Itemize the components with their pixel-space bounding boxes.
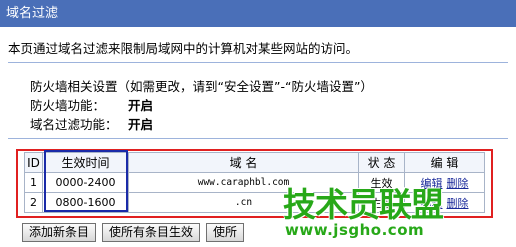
row-status: 生效 <box>358 192 405 213</box>
header-id: ID <box>24 152 43 173</box>
domain-filter-label: 域名过滤功能： <box>30 117 118 132</box>
delete-link[interactable]: 删除 <box>447 177 469 190</box>
button-row: 添加新条目 使所有条目生效 使所 <box>22 223 250 242</box>
row-id: 2 <box>24 192 43 213</box>
firewall-label: 防火墙功能： <box>30 98 106 113</box>
row-status: 生效 <box>358 172 405 193</box>
edit-link[interactable]: 编辑 <box>421 197 443 210</box>
delete-link[interactable]: 删除 <box>447 197 469 210</box>
add-entry-button[interactable]: 添加新条目 <box>22 223 97 242</box>
row-actions: 编辑 删除 <box>404 172 485 193</box>
row-domain: .cn <box>128 192 359 213</box>
header-domain: 域 名 <box>128 152 359 173</box>
edit-link[interactable]: 编辑 <box>421 177 443 190</box>
firewall-related-settings: 防火墙相关设置（如需更改，请到“安全设置”-“防火墙设置”） <box>30 79 373 94</box>
window-title: 域名过滤 <box>0 0 516 27</box>
divider <box>8 62 508 63</box>
page-description: 本页通过域名过滤来限制局域网中的计算机对某些网站的访问。 <box>8 41 359 56</box>
enable-all-button[interactable]: 使所有条目生效 <box>102 223 201 242</box>
time-column-highlight <box>44 150 128 212</box>
header-status: 状 态 <box>358 152 405 173</box>
row-actions: 编辑 删除 <box>404 192 485 213</box>
partial-button[interactable]: 使所 <box>206 223 245 242</box>
header-edit: 编 辑 <box>404 152 485 173</box>
firewall-status-row: 防火墙功能： 开启 <box>30 95 153 114</box>
watermark-url: www.jsgho.com <box>285 221 425 239</box>
domain-filter-status-row: 域名过滤功能： 开启 <box>30 114 153 133</box>
firewall-value: 开启 <box>128 98 154 113</box>
row-domain: www.caraphbl.com <box>128 172 359 193</box>
divider <box>8 138 508 139</box>
domain-filter-value: 开启 <box>128 117 154 132</box>
row-id: 1 <box>24 172 43 193</box>
